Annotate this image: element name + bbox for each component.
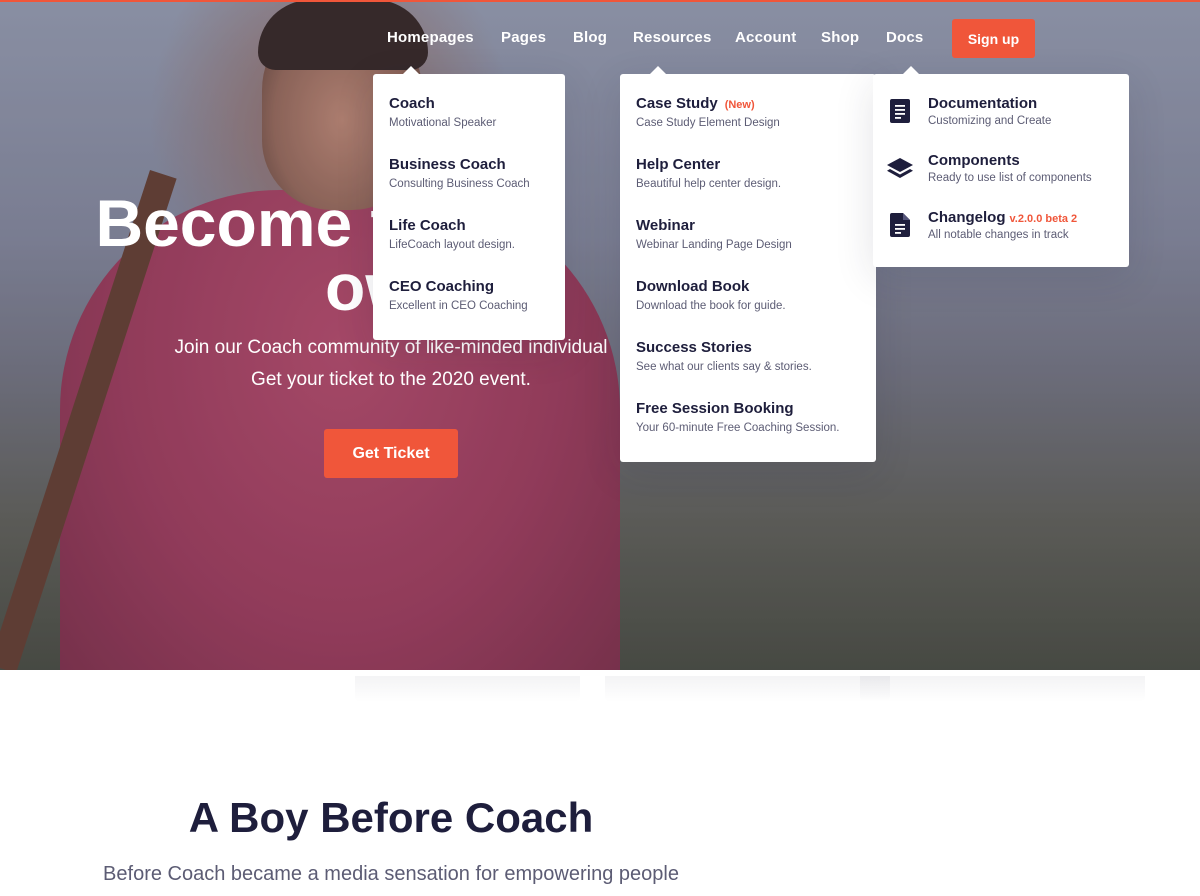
dropdown-item-desc: Case Study Element Design	[636, 117, 780, 129]
dropdown-item-desc: Webinar Landing Page Design	[636, 239, 792, 251]
resources-item-case-study[interactable]: Case Study (New) Case Study Element Desig…	[636, 95, 866, 129]
dropdown-item-title: Business Coach	[389, 156, 506, 173]
document-icon	[890, 99, 910, 123]
docs-item-documentation[interactable]: Documentation Customizing and Create	[928, 95, 1119, 127]
resources-item-help-center[interactable]: Help Center Beautiful help center design…	[636, 156, 866, 190]
menu-shadow-ghost	[605, 676, 890, 702]
homepages-item-coach[interactable]: Coach Motivational Speaker	[389, 95, 555, 129]
resources-item-download-book[interactable]: Download Book Download the book for guid…	[636, 278, 866, 312]
docs-dropdown-caret	[903, 66, 919, 74]
resources-item-webinar[interactable]: Webinar Webinar Landing Page Design	[636, 217, 866, 251]
dropdown-item-title-text: Changelog	[928, 209, 1006, 226]
homepages-item-life-coach[interactable]: Life Coach LifeCoach layout design.	[389, 217, 555, 251]
dropdown-item-title-text: Case Study	[636, 95, 718, 112]
dropdown-item-title: Coach	[389, 95, 435, 112]
dropdown-item-desc: Beautiful help center design.	[636, 178, 782, 190]
nav-resources[interactable]: Resources	[633, 29, 712, 46]
nav-account[interactable]: Account	[735, 29, 796, 46]
new-badge: (New)	[724, 99, 755, 111]
dropdown-item-title: Success Stories	[636, 339, 752, 356]
dropdown-item-desc: Ready to use list of components	[928, 172, 1092, 184]
top-accent-line	[0, 0, 1200, 2]
homepages-dropdown-caret	[403, 66, 419, 74]
dropdown-item-title: Webinar	[636, 217, 695, 234]
dropdown-item-desc: Customizing and Create	[928, 115, 1052, 127]
file-text-icon	[890, 213, 910, 237]
layers-icon	[887, 158, 913, 178]
docs-item-changelog[interactable]: Changelog v.2.0.0 beta 2 All notable chan…	[928, 209, 1119, 241]
main-navigation: Homepages Pages Blog Resources Account S…	[0, 19, 1200, 74]
dropdown-item-desc: Your 60-minute Free Coaching Session.	[636, 422, 840, 434]
nav-shop[interactable]: Shop	[821, 29, 859, 46]
dropdown-item-desc: Download the book for guide.	[636, 300, 786, 312]
menu-shadow-ghost	[860, 676, 1145, 702]
nav-homepages[interactable]: Homepages	[387, 29, 474, 46]
signup-button[interactable]: Sign up	[952, 19, 1035, 58]
docs-item-components[interactable]: Components Ready to use list of componen…	[928, 152, 1119, 184]
homepages-item-ceo-coaching[interactable]: CEO Coaching Excellent in CEO Coaching	[389, 278, 555, 312]
dropdown-item-desc: LifeCoach layout design.	[389, 239, 515, 251]
nav-docs[interactable]: Docs	[886, 29, 923, 46]
section-title: A Boy Before Coach	[188, 794, 594, 841]
homepages-item-business-coach[interactable]: Business Coach Consulting Business Coach	[389, 156, 555, 190]
menu-shadow-ghost	[355, 676, 580, 702]
dropdown-item-title: Free Session Booking	[636, 400, 794, 417]
resources-item-success-stories[interactable]: Success Stories See what our clients say…	[636, 339, 866, 373]
dropdown-item-desc: Excellent in CEO Coaching	[389, 300, 528, 312]
dropdown-item-desc: Motivational Speaker	[389, 117, 497, 129]
dropdown-item-title: Documentation	[928, 95, 1038, 112]
dropdown-item-desc: See what our clients say & stories.	[636, 361, 812, 373]
dropdown-item-title: CEO Coaching	[389, 278, 495, 295]
resources-dropdown: Case Study (New) Case Study Element Desig…	[620, 74, 876, 462]
dropdown-item-title: Life Coach	[389, 217, 466, 234]
dropdown-item-title: Case Study (New)	[636, 95, 866, 112]
dropdown-item-desc: Consulting Business Coach	[389, 178, 530, 190]
nav-blog[interactable]: Blog	[573, 29, 607, 46]
section-text: Before Coach became a media sensation fo…	[103, 863, 679, 885]
dropdown-item-title: Help Center	[636, 156, 721, 173]
version-badge: v.2.0.0 beta 2	[1009, 213, 1078, 225]
dropdown-item-title: Changelog v.2.0.0 beta 2	[928, 209, 1119, 226]
homepages-dropdown: Coach Motivational Speaker Business Coac…	[373, 74, 565, 340]
dropdown-item-desc: All notable changes in track	[928, 229, 1069, 241]
nav-pages[interactable]: Pages	[501, 29, 546, 46]
get-ticket-button[interactable]: Get Ticket	[324, 429, 458, 478]
dropdown-item-title: Components	[928, 152, 1020, 169]
resources-dropdown-caret	[650, 66, 666, 74]
resources-item-free-session-booking[interactable]: Free Session Booking Your 60-minute Free…	[636, 400, 866, 434]
dropdown-item-title: Download Book	[636, 278, 750, 295]
docs-dropdown: Documentation Customizing and Create Com…	[873, 74, 1129, 267]
